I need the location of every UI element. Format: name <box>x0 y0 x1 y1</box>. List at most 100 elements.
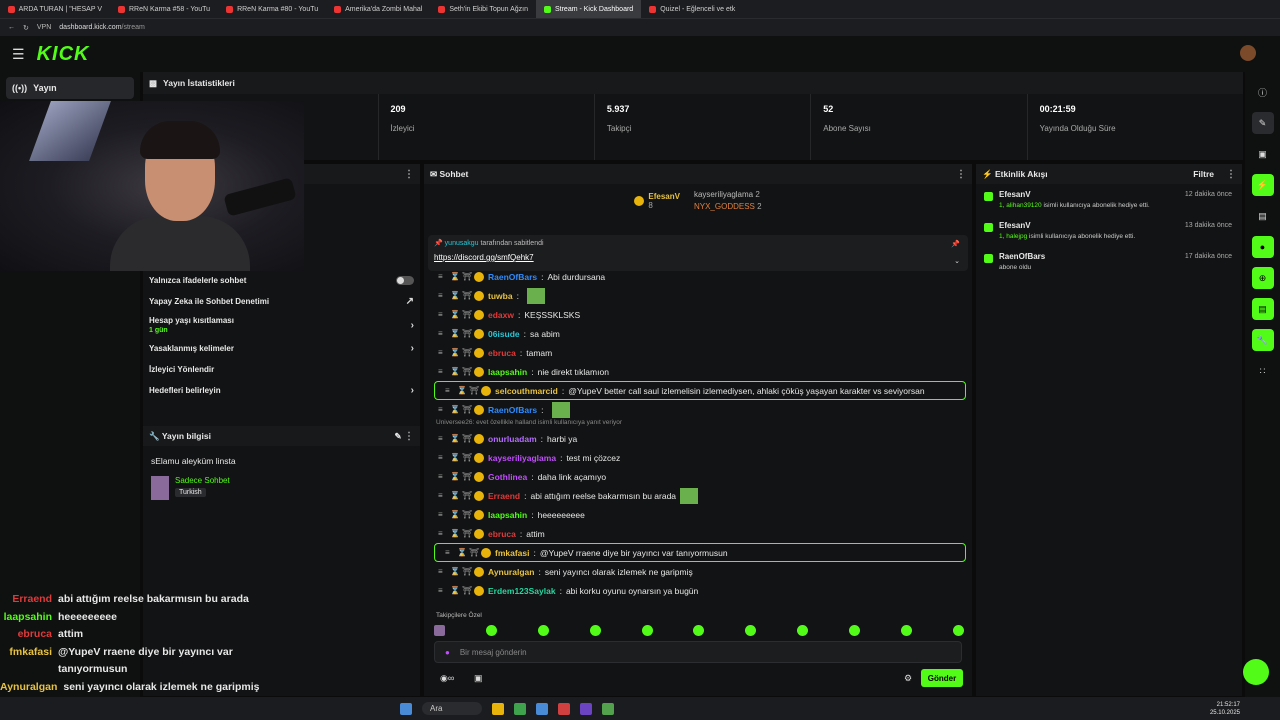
timeout-icon[interactable]: ⌛ <box>450 291 460 300</box>
chevron-down-icon[interactable]: ⌄ <box>954 257 960 265</box>
timeout-icon[interactable]: ⌛ <box>457 548 467 557</box>
emote-icon[interactable] <box>434 624 445 636</box>
timeout-icon[interactable]: ⌛ <box>450 529 460 538</box>
sidebar-item-stream[interactable]: ((•)) Yayın <box>6 77 134 99</box>
app-icon[interactable] <box>492 702 505 715</box>
chat-message[interactable]: ≡ ⌛ ⛩ Erdem123Saylak: abi korku oyunu oynars… <box>428 581 972 600</box>
lightning-tool-icon[interactable]: ⚡ <box>1251 174 1274 196</box>
chat-username[interactable]: RaenOfBars <box>488 405 537 415</box>
emote-icon[interactable] <box>745 624 757 636</box>
timeout-icon[interactable]: ⌛ <box>450 434 460 443</box>
timeout-icon[interactable]: ⌛ <box>450 472 460 481</box>
emote-icon[interactable] <box>589 624 601 636</box>
pin-icon[interactable]: ≡ <box>438 453 446 462</box>
pin-icon[interactable]: ≡ <box>438 291 446 300</box>
app-icon[interactable] <box>536 702 549 715</box>
chat-message[interactable]: ≡ ⌛ ⛩ tuwba: <box>428 286 972 305</box>
chat-username[interactable]: selcouthmarcid <box>495 386 558 396</box>
send-button[interactable]: Gönder <box>921 669 963 687</box>
chat-tool-icon[interactable]: ● <box>1251 236 1274 258</box>
app-icon[interactable] <box>602 702 615 715</box>
emote-icon[interactable] <box>485 624 497 636</box>
pin-icon[interactable]: ≡ <box>445 548 453 557</box>
support-chat-icon[interactable] <box>1243 659 1269 685</box>
pinned-link[interactable]: https://discord.gg/smfQehk7 <box>434 253 962 262</box>
chat-username[interactable]: ebruca <box>488 348 516 358</box>
pinned-message[interactable]: 📌 yunusakgu tarafından sabitlendi https:… <box>428 235 968 271</box>
chat-username[interactable]: Erraend <box>488 491 520 501</box>
windows-start-icon[interactable] <box>400 702 412 715</box>
setting-ai-moderation[interactable]: Yapay Zeka ile Sohbet Denetimi ↗ <box>143 291 420 312</box>
browser-tab[interactable]: Stream - Kick Dashboard <box>535 0 642 18</box>
pin-icon[interactable]: ≡ <box>438 567 446 576</box>
chat-username[interactable]: edaxw <box>488 310 514 320</box>
timeout-icon[interactable]: ⌛ <box>450 272 460 281</box>
timeout-icon[interactable]: ⌛ <box>450 510 460 519</box>
pin-icon[interactable]: ≡ <box>438 405 446 414</box>
kick-logo[interactable]: KICK <box>37 43 90 66</box>
browser-tab[interactable]: Seth'in Ekibi Topun Ağzın <box>430 0 536 18</box>
settings-gear-icon[interactable]: ⚙ <box>904 673 912 684</box>
unpin-icon[interactable]: 📌 <box>951 240 960 248</box>
apps-icon[interactable]: ∷ <box>1252 360 1274 382</box>
emote-icon[interactable] <box>952 624 964 636</box>
chat-tools-icon[interactable]: ◉∞ <box>440 673 454 684</box>
toggle-switch[interactable] <box>396 276 414 285</box>
more-icon[interactable]: ⋮ <box>1226 169 1236 180</box>
pin-icon[interactable]: ≡ <box>445 386 453 395</box>
chat-username[interactable]: Gothlinea <box>488 472 527 482</box>
chat-message[interactable]: ≡ ⌛ ⛩ kayseriliyaglama: test mi çözcez <box>428 448 972 467</box>
wrench-tool-icon[interactable]: 🔧 <box>1251 329 1274 351</box>
emote-icon[interactable] <box>901 624 913 636</box>
pin-icon[interactable]: ≡ <box>438 367 446 376</box>
timeout-icon[interactable]: ⌛ <box>450 586 460 595</box>
broadcast-tool-icon[interactable]: ⊕ <box>1251 267 1274 289</box>
chat-message[interactable]: ≡ ⌛ ⛩ 06isude: sa abim <box>428 324 972 343</box>
timeout-icon[interactable]: ⌛ <box>450 491 460 500</box>
setting-goals[interactable]: Hedefleri belirleyin › <box>143 380 420 401</box>
pin-icon[interactable]: ≡ <box>438 310 446 319</box>
timeout-icon[interactable]: ⌛ <box>450 367 460 376</box>
app-icon[interactable] <box>580 702 593 715</box>
timeout-icon[interactable]: ⌛ <box>450 348 460 357</box>
chat-message[interactable]: ≡ ⌛ ⛩ ebruca: attim <box>428 524 972 543</box>
chat-username[interactable]: tuwba <box>488 291 513 301</box>
document-icon[interactable]: ▤ <box>1252 205 1274 227</box>
pin-icon[interactable]: ≡ <box>438 510 446 519</box>
taskbar-search[interactable]: Ara <box>422 702 483 715</box>
address-bar[interactable]: ← ↻ VPN dashboard.kick.com/stream <box>0 18 1280 36</box>
app-icon[interactable] <box>514 702 527 715</box>
clock[interactable]: 21:52:17 25.10.2025 <box>1210 701 1240 717</box>
pin-icon[interactable]: ≡ <box>438 272 446 281</box>
timeout-icon[interactable]: ⌛ <box>450 405 460 414</box>
chat-username[interactable]: laapsahin <box>488 367 527 377</box>
pin-icon[interactable]: ≡ <box>438 491 446 500</box>
setting-emote-only[interactable]: Yalnızca ifadelerle sohbet <box>143 270 420 291</box>
timeout-icon[interactable]: ⌛ <box>450 567 460 576</box>
setting-account-age[interactable]: Hesap yaşı kısıtlaması 1 gün › <box>143 312 420 338</box>
browser-tab[interactable]: RReN Karma #58 - YouTu <box>110 0 218 18</box>
timeout-icon[interactable]: ⌛ <box>450 310 460 319</box>
emote-icon[interactable] <box>797 624 809 636</box>
more-icon[interactable]: ⋮ <box>404 169 414 180</box>
setting-banned-words[interactable]: Yasaklanmış kelimeler › <box>143 338 420 359</box>
pin-icon[interactable]: ≡ <box>438 348 446 357</box>
timeout-icon[interactable]: ⌛ <box>457 386 467 395</box>
layers-tool-icon[interactable]: ▤ <box>1251 298 1274 320</box>
chat-username[interactable]: Aynuralgan <box>488 567 534 577</box>
category-name[interactable]: Sadece Sohbet <box>175 476 230 485</box>
chat-message[interactable]: ≡ ⌛ ⛩ RaenOfBars: <box>428 400 972 419</box>
browser-tab[interactable]: RReN Karma #80 - YouTu <box>218 0 326 18</box>
emote-icon[interactable] <box>693 624 705 636</box>
chat-username[interactable]: 06isude <box>488 329 520 339</box>
timeout-icon[interactable]: ⌛ <box>450 329 460 338</box>
emote-icon[interactable] <box>849 624 861 636</box>
chat-username[interactable]: RaenOfBars <box>488 272 537 282</box>
profile-avatar[interactable] <box>1240 45 1256 61</box>
expand-icon[interactable]: ▣ <box>1252 143 1274 165</box>
vpn-badge[interactable]: VPN <box>37 24 51 31</box>
browser-tab[interactable]: ARDA TURAN | "HESAP V <box>0 0 110 18</box>
chat-message[interactable]: ≡ ⌛ ⛩ ebruca: tamam <box>428 343 972 362</box>
chat-message[interactable]: ≡ ⌛ ⛩ laapsahin: heeeeeeeee <box>428 505 972 524</box>
more-icon[interactable]: ⋮ <box>404 431 414 442</box>
